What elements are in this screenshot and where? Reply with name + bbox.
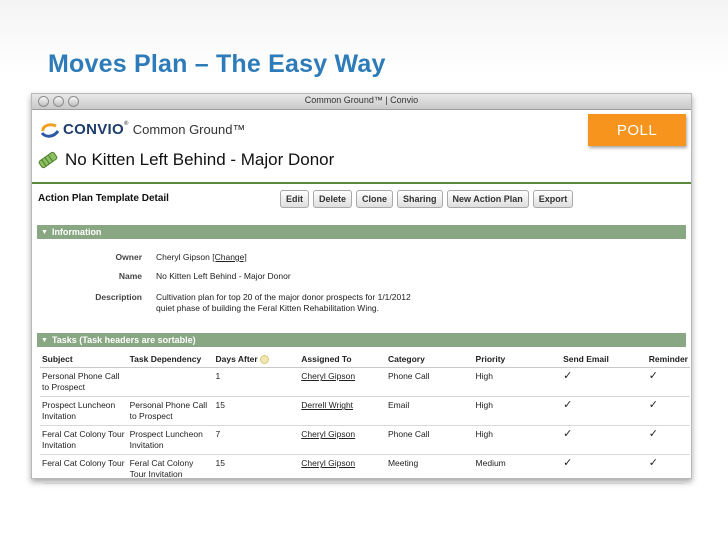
task-days-after: 1 [213, 367, 300, 398]
sort-indicator-icon [260, 355, 270, 365]
reminder-check-icon: ✓ [646, 454, 690, 478]
edit-button[interactable]: Edit [280, 190, 309, 208]
window-titlebar: Common Ground™ | Convio [32, 94, 691, 110]
assignee-link[interactable]: Derrell Wright [301, 400, 353, 410]
table-row: Feral Cat Colony Tour Feral Cat Colony T… [40, 454, 690, 478]
bottom-divider [44, 483, 684, 484]
column-reminder[interactable]: Reminder [646, 351, 690, 369]
column-assigned-to[interactable]: Assigned To [299, 351, 386, 369]
plan-title: No Kitten Left Behind - Major Donor [37, 149, 334, 171]
collapse-triangle-icon[interactable]: ▼ [41, 337, 48, 344]
column-task-dependency[interactable]: Task Dependency [127, 351, 214, 369]
column-subject[interactable]: Subject [40, 351, 128, 369]
window-title: Common Ground™ | Convio [304, 95, 419, 105]
clone-button[interactable]: Clone [356, 190, 394, 208]
send-email-check-icon: ✓ [561, 396, 647, 427]
product-name: Common Ground™ [132, 122, 246, 137]
task-subject: Personal Phone Call to Prospect [40, 367, 128, 398]
slide-title: Moves Plan – The Easy Way [48, 50, 386, 78]
task-assigned-to: Derrell Wright [299, 396, 386, 427]
task-dependency [127, 367, 214, 398]
task-subject: Feral Cat Colony Tour Invitation [40, 425, 128, 456]
column-days-after[interactable]: Days After [213, 351, 300, 369]
column-category[interactable]: Category [385, 351, 474, 369]
task-category: Phone Call [385, 367, 474, 398]
plan-title-text: No Kitten Left Behind - Major Donor [65, 150, 335, 169]
task-category: Phone Call [385, 425, 474, 456]
reminder-check-icon: ✓ [646, 396, 690, 427]
name-label: Name [118, 271, 142, 281]
assignee-link[interactable]: Cheryl Gipson [301, 429, 355, 439]
task-priority: High [473, 396, 562, 427]
owner-name: Cheryl Gipson [156, 252, 210, 262]
assignee-link[interactable]: Cheryl Gipson [301, 458, 355, 468]
column-priority[interactable]: Priority [473, 351, 562, 369]
task-priority: High [473, 425, 562, 456]
tasks-table: Subject Task Dependency Days After Assig… [40, 351, 690, 478]
brand-name: CONVIO® [63, 121, 129, 138]
change-owner-link[interactable]: [Change] [212, 252, 247, 262]
table-row: Prospect Luncheon Invitation Personal Ph… [40, 396, 690, 427]
task-days-after: 15 [213, 454, 300, 478]
convio-swoosh-icon [40, 122, 60, 138]
convio-logo[interactable]: CONVIO® Common Ground™ [40, 121, 245, 138]
poll-badge[interactable]: POLL [588, 114, 686, 146]
tasks-section-header[interactable]: ▼ Tasks (Task headers are sortable) [37, 333, 686, 347]
task-assigned-to: Cheryl Gipson [299, 454, 386, 478]
send-email-check-icon: ✓ [561, 367, 647, 398]
task-category: Meeting [385, 454, 474, 478]
column-send-email[interactable]: Send Email [561, 351, 647, 369]
app-window: Common Ground™ | Convio CONVIO® Common G… [31, 93, 692, 479]
task-days-after: 7 [213, 425, 300, 456]
information-header-label: Information [51, 227, 102, 237]
tasks-header-row: Subject Task Dependency Days After Assig… [40, 351, 690, 369]
task-dependency: Prospect Luncheon Invitation [127, 425, 214, 456]
owner-value: Cheryl Gipson [Change] [156, 252, 416, 263]
name-value: No Kitten Left Behind - Major Donor [156, 271, 291, 281]
task-assigned-to: Cheryl Gipson [299, 425, 386, 456]
description-value: Cultivation plan for top 20 of the major… [156, 292, 411, 313]
task-dependency: Feral Cat Colony Tour Invitation [127, 454, 214, 478]
export-button[interactable]: Export [532, 190, 574, 208]
task-dependency: Personal Phone Call to Prospect [127, 396, 214, 427]
task-assigned-to: Cheryl Gipson [299, 367, 386, 398]
detail-label: Action Plan Template Detail [38, 193, 169, 204]
send-email-check-icon: ✓ [561, 454, 647, 478]
table-row: Feral Cat Colony Tour Invitation Prospec… [40, 425, 690, 456]
task-category: Email [385, 396, 474, 427]
description-label: Description [95, 292, 142, 302]
task-priority: High [473, 367, 562, 398]
send-email-check-icon: ✓ [561, 425, 647, 456]
task-priority: Medium [473, 454, 562, 478]
tasks-header-label: Tasks (Task headers are sortable) [51, 335, 196, 345]
reminder-check-icon: ✓ [646, 367, 690, 398]
table-row: Personal Phone Call to Prospect 1 Cheryl… [40, 367, 690, 398]
delete-button[interactable]: Delete [313, 190, 353, 208]
information-section-header[interactable]: ▼ Information [37, 225, 686, 239]
sharing-button[interactable]: Sharing [397, 190, 443, 208]
detail-toolbar: Action Plan Template Detail Edit Delete … [32, 186, 691, 212]
owner-label: Owner [115, 252, 142, 262]
new-action-plan-button[interactable]: New Action Plan [446, 190, 529, 208]
title-divider [32, 182, 691, 184]
task-subject: Prospect Luncheon Invitation [40, 396, 128, 427]
task-days-after: 15 [213, 396, 300, 427]
reminder-check-icon: ✓ [646, 425, 690, 456]
task-subject: Feral Cat Colony Tour [40, 454, 128, 478]
ribbon-icon [38, 151, 58, 169]
collapse-triangle-icon[interactable]: ▼ [41, 229, 48, 236]
assignee-link[interactable]: Cheryl Gipson [301, 371, 355, 381]
